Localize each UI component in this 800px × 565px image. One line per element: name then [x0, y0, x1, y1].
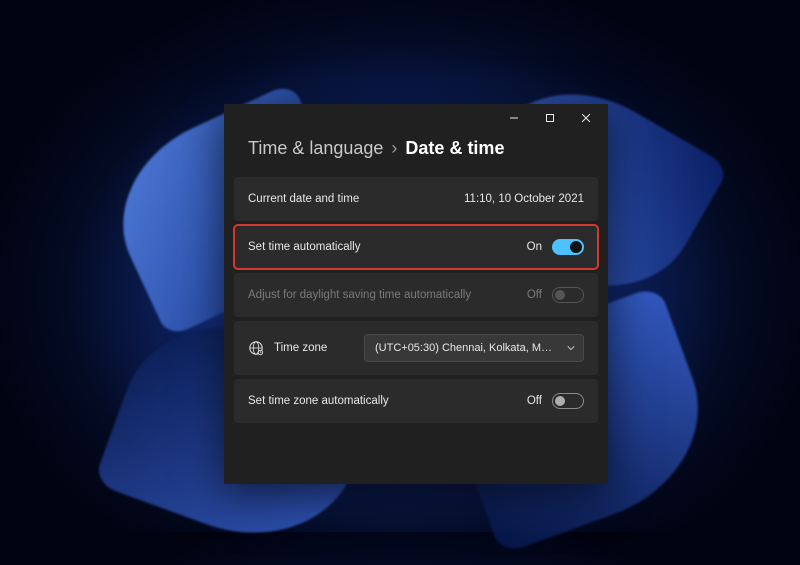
- maximize-button[interactable]: [532, 104, 568, 132]
- chevron-right-icon: ›: [389, 138, 399, 159]
- set-time-automatically-toggle[interactable]: [552, 239, 584, 255]
- breadcrumb-parent[interactable]: Time & language: [248, 138, 383, 159]
- set-time-zone-automatically-row: Set time zone automatically Off: [234, 379, 598, 423]
- globe-icon: [248, 340, 264, 356]
- dst-automatically-row: Adjust for daylight saving time automati…: [234, 273, 598, 317]
- current-date-time-value: 11:10, 10 October 2021: [464, 193, 584, 205]
- dst-automatically-toggle: [552, 287, 584, 303]
- breadcrumb: Time & language › Date & time: [224, 132, 608, 177]
- set-time-automatically-label: Set time automatically: [248, 241, 361, 253]
- close-button[interactable]: [568, 104, 604, 132]
- set-time-automatically-state: On: [527, 241, 542, 253]
- minimize-button[interactable]: [496, 104, 532, 132]
- titlebar: [224, 104, 608, 132]
- time-zone-selected-value: (UTC+05:30) Chennai, Kolkata, Mumbai, Ne…: [375, 342, 584, 354]
- chevron-down-icon: [567, 344, 575, 352]
- settings-window: Time & language › Date & time Current da…: [224, 104, 608, 484]
- set-time-zone-automatically-toggle[interactable]: [552, 393, 584, 409]
- time-zone-row: Time zone (UTC+05:30) Chennai, Kolkata, …: [234, 321, 598, 375]
- current-date-time-row: Current date and time 11:10, 10 October …: [234, 177, 598, 221]
- current-date-time-label: Current date and time: [248, 193, 359, 205]
- set-time-zone-automatically-state: Off: [527, 395, 542, 407]
- breadcrumb-current: Date & time: [405, 138, 504, 159]
- dst-automatically-state: Off: [527, 289, 542, 301]
- set-time-zone-automatically-label: Set time zone automatically: [248, 395, 389, 407]
- settings-list: Current date and time 11:10, 10 October …: [224, 177, 608, 423]
- time-zone-label: Time zone: [274, 342, 327, 354]
- time-zone-select[interactable]: (UTC+05:30) Chennai, Kolkata, Mumbai, Ne…: [364, 334, 584, 362]
- set-time-automatically-row: Set time automatically On: [234, 225, 598, 269]
- dst-automatically-label: Adjust for daylight saving time automati…: [248, 289, 471, 301]
